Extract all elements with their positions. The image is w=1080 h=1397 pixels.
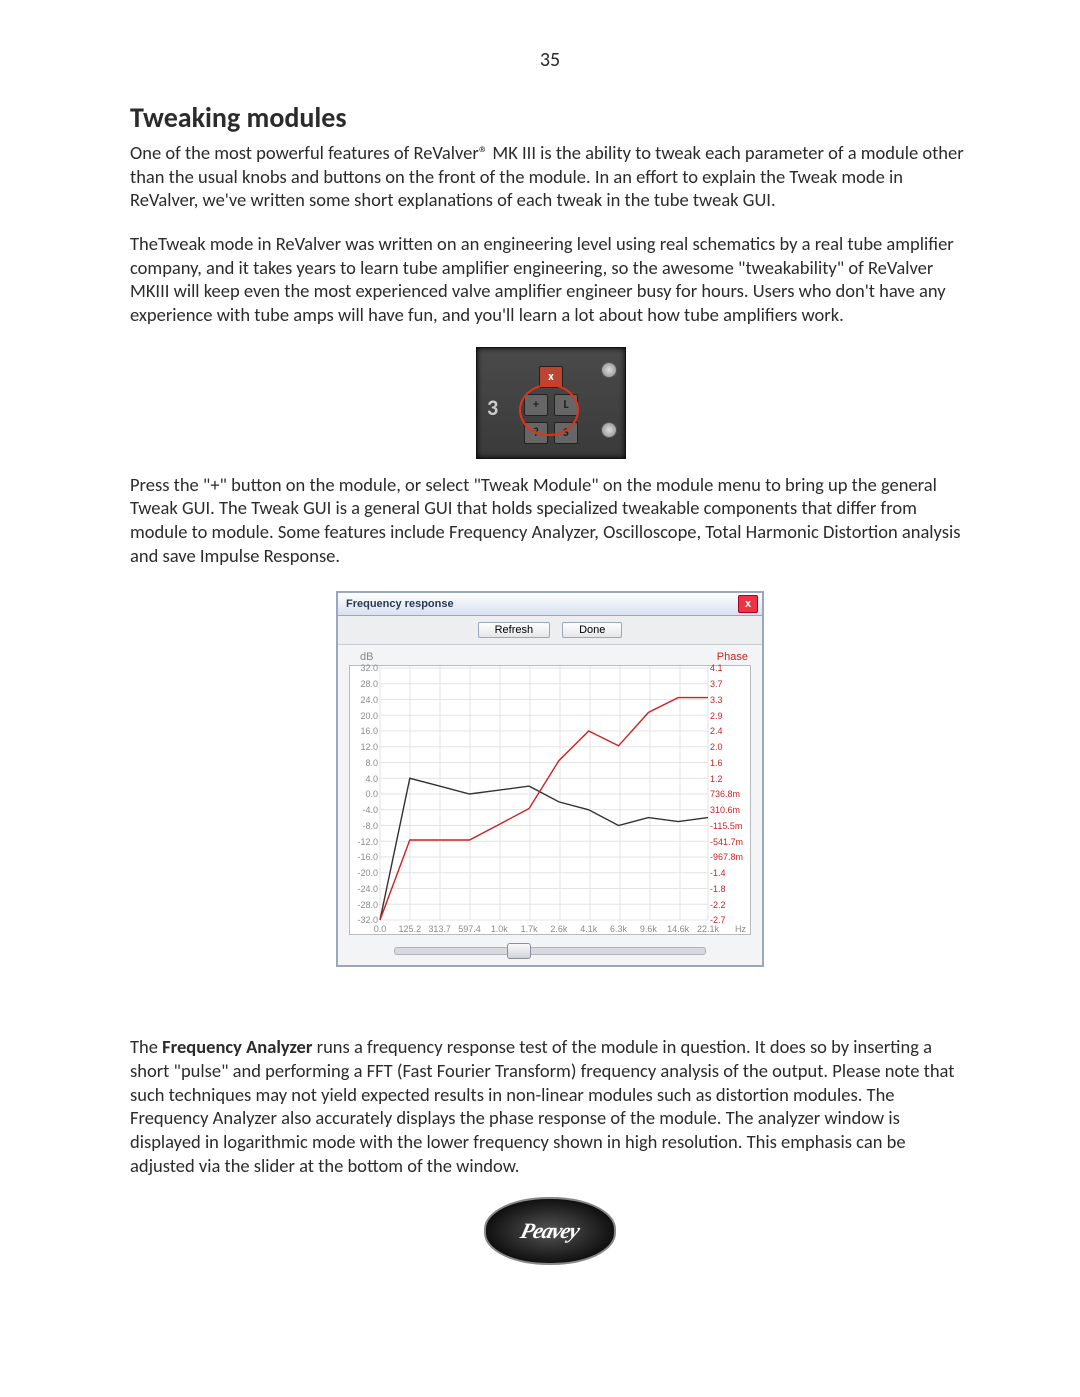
chart-svg bbox=[350, 666, 750, 934]
y-ticks-right: 4.13.73.32.92.42.01.61.2736.8m310.6m-115… bbox=[708, 666, 748, 920]
paragraph-intro-1: One of the most powerful features of ReV… bbox=[130, 141, 970, 212]
x-axis-unit: Hz bbox=[735, 924, 746, 934]
refresh-button[interactable]: Refresh bbox=[478, 622, 551, 638]
window-titlebar: Frequency response x bbox=[338, 593, 762, 616]
module-number: 3 bbox=[487, 394, 498, 421]
screw-icon bbox=[601, 362, 617, 378]
paragraph-frequency-analyzer: The Frequency Analyzer runs a frequency … bbox=[130, 1035, 970, 1177]
frequency-emphasis-slider[interactable] bbox=[394, 947, 706, 955]
l-button[interactable]: L bbox=[554, 394, 578, 416]
paragraph-tweak-gui: Press the "+" button on the module, or s… bbox=[130, 473, 970, 568]
plus-tweak-button[interactable]: + bbox=[524, 394, 548, 416]
frequency-response-window: Frequency response x Refresh Done dB Pha… bbox=[336, 591, 764, 967]
screw-icon bbox=[601, 422, 617, 438]
help-button[interactable]: ? bbox=[524, 422, 548, 444]
tweak-module-thumbnail: 3 x + L ? S bbox=[476, 347, 624, 459]
x-ticks: 0.0125.2313.7597.41.0k1.7k2.6k4.1k6.3k9.… bbox=[380, 922, 708, 934]
y-axis-right-label: Phase bbox=[717, 651, 748, 663]
page-number: 35 bbox=[130, 48, 970, 72]
logo-text: Peavey bbox=[518, 1218, 582, 1244]
tweak-panel: 3 x + L ? S bbox=[476, 347, 626, 459]
window-body: dB Phase bbox=[338, 645, 762, 965]
frequency-response-chart: 32.028.024.020.016.012.08.04.00.0-4.0-8.… bbox=[349, 665, 751, 935]
s-button[interactable]: S bbox=[554, 422, 578, 444]
close-icon[interactable]: x bbox=[738, 595, 758, 613]
document-page: 35 Tweaking modules One of the most powe… bbox=[0, 0, 1080, 1397]
y-axis-left-label: dB bbox=[360, 651, 373, 663]
window-toolbar: Refresh Done bbox=[338, 616, 762, 645]
slider-thumb[interactable] bbox=[507, 943, 531, 959]
paragraph-intro-2: TheTweak mode in ReValver was written on… bbox=[130, 232, 970, 327]
db-line bbox=[380, 779, 708, 921]
y-ticks-left: 32.028.024.020.016.012.08.04.00.0-4.0-8.… bbox=[352, 666, 380, 920]
page-title: Tweaking modules bbox=[130, 100, 970, 135]
peavey-logo: Peavey bbox=[484, 1197, 616, 1265]
window-title: Frequency response bbox=[346, 598, 454, 610]
frequency-analyzer-term: Frequency Analyzer bbox=[162, 1035, 312, 1058]
close-module-button[interactable]: x bbox=[539, 366, 563, 388]
done-button[interactable]: Done bbox=[562, 622, 622, 638]
